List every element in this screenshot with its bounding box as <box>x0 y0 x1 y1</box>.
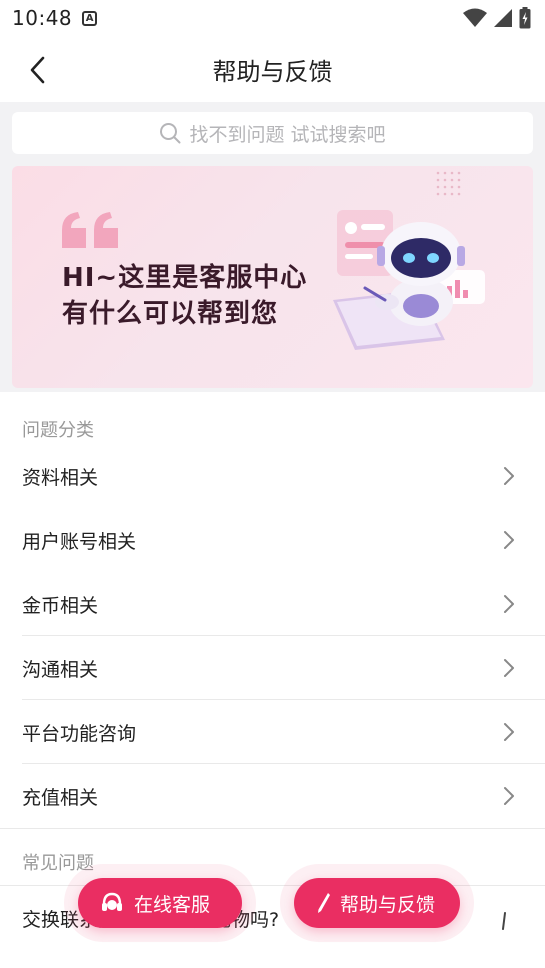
chevron-right-icon <box>504 595 514 613</box>
status-time: 10:48 <box>12 6 73 30</box>
list-item-label: 充值相关 <box>22 786 99 809</box>
category-item-recharge[interactable]: 充值相关 <box>0 764 545 828</box>
status-bar: 10:48 A <box>0 0 545 36</box>
category-item-profile[interactable]: 资料相关 <box>0 444 545 508</box>
list-item-label: 金币相关 <box>22 594 99 617</box>
pen-icon <box>318 893 330 913</box>
notification-icon: A <box>82 10 98 26</box>
category-list: 资料相关 用户账号相关 金币相关 沟通相关 平台功能咨询 充值相关 <box>0 444 545 828</box>
page-title: 帮助与反馈 <box>212 57 333 86</box>
search-input[interactable]: 找不到问题 试试搜索吧 <box>12 112 533 154</box>
category-item-platform[interactable]: 平台功能咨询 <box>0 700 545 764</box>
search-icon <box>160 123 181 144</box>
headset-icon <box>102 892 122 911</box>
category-item-communication[interactable]: 沟通相关 <box>0 636 545 700</box>
search-section: 找不到问题 试试搜索吧 <box>0 102 545 166</box>
chevron-right-icon <box>504 467 514 485</box>
list-item-label: 资料相关 <box>22 466 99 489</box>
chevron-right-icon <box>504 787 514 805</box>
battery-icon <box>519 7 531 29</box>
category-item-coins[interactable]: 金币相关 <box>0 572 545 636</box>
banner-line-2: 有什么可以帮到您 <box>62 299 279 329</box>
list-item-label: 平台功能咨询 <box>22 722 137 745</box>
search-placeholder: 找不到问题 试试搜索吧 <box>189 123 386 146</box>
customer-service-banner[interactable]: HI~这里是客服中心 有什么可以帮到您 <box>12 166 533 388</box>
help-feedback-button[interactable]: 帮助与反馈 <box>294 878 460 928</box>
back-arrow-icon <box>30 56 45 84</box>
help-feedback-label: 帮助与反馈 <box>340 893 436 916</box>
banner-section: HI~这里是客服中心 有什么可以帮到您 <box>0 166 545 392</box>
wifi-icon <box>463 8 487 27</box>
chevron-right-icon <box>504 723 514 741</box>
online-service-button[interactable]: 在线客服 <box>78 878 242 928</box>
online-service-label: 在线客服 <box>134 893 211 916</box>
scroll-indicator-icon <box>502 912 506 930</box>
list-item-label: 沟通相关 <box>22 658 99 681</box>
robot-illustration <box>333 210 485 350</box>
dot-pattern-decoration <box>436 171 461 196</box>
banner-greeting: HI~这里是客服中心 有什么可以帮到您 <box>62 260 307 332</box>
quote-icon <box>62 212 118 248</box>
category-item-account[interactable]: 用户账号相关 <box>0 508 545 572</box>
status-icons <box>463 7 531 29</box>
signal-icon <box>494 9 512 27</box>
chevron-right-icon <box>504 531 514 549</box>
back-button[interactable] <box>18 52 58 88</box>
banner-line-1: HI~这里是客服中心 <box>62 263 308 293</box>
section-divider <box>0 828 545 829</box>
category-section-label: 问题分类 <box>22 420 94 441</box>
list-item-label: 用户账号相关 <box>22 530 137 553</box>
faq-section-label: 常见问题 <box>22 853 94 874</box>
nav-bar: 帮助与反馈 <box>0 36 545 102</box>
chevron-right-icon <box>504 659 514 677</box>
